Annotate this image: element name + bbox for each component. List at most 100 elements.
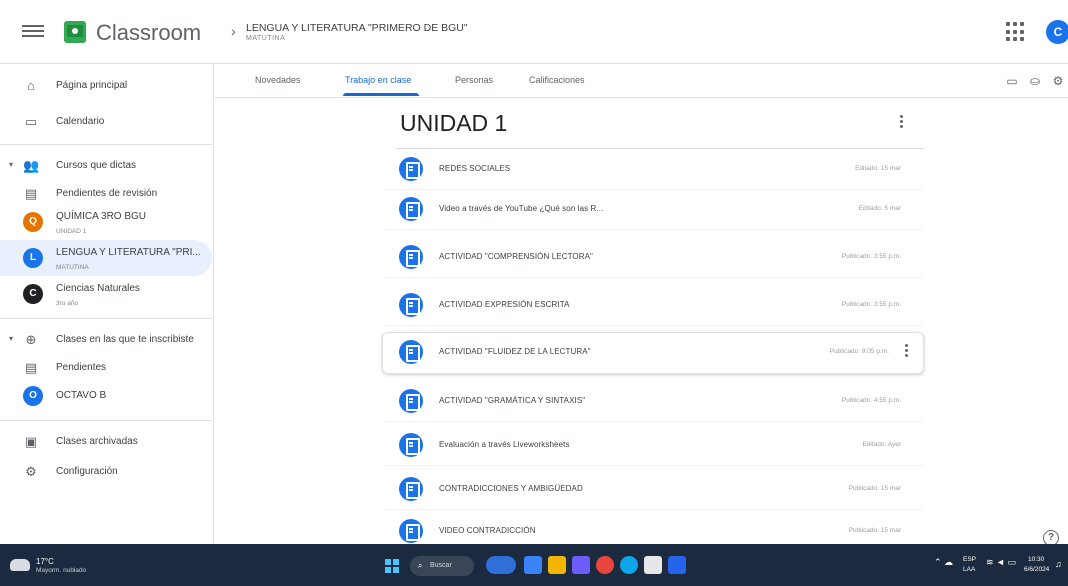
item-date: Publicado: 9:05 p.m.	[829, 348, 889, 355]
course-avatar: O	[23, 386, 43, 406]
file-explorer-icon[interactable]	[548, 556, 566, 574]
course-title[interactable]: LENGUA Y LITERATURA "PRIMERO DE BGU"	[246, 22, 468, 34]
sidebar-item-label: QUÍMICA 3RO BGU	[56, 211, 147, 222]
classwork-item[interactable]: CONTRADICCIONES Y AMBIGÜEDAD Publicado: …	[383, 470, 923, 510]
gear-icon[interactable]: ⚙	[1051, 74, 1065, 88]
topic-title: UNIDAD 1	[400, 110, 508, 136]
weather-temperature[interactable]: 17°C	[36, 557, 54, 566]
item-title: ACTIVIDAD EXPRESIÓN ESCRITA	[439, 300, 570, 309]
assignment-icon	[399, 433, 423, 457]
tray-chevron-icon[interactable]: ⌃ ☁	[934, 557, 953, 568]
sidebar-item-home[interactable]: ⌂ Página principal	[0, 68, 212, 104]
sidebar-item-label: Clases en las que te inscribiste	[56, 334, 194, 345]
sidebar-item-sub: 3ro año	[56, 300, 79, 307]
classroom-logo-icon[interactable]	[64, 21, 86, 43]
material-icon	[399, 477, 423, 501]
sidebar-item-sub: MATUTINA	[56, 264, 89, 271]
item-date: Publicado: 15 mar	[848, 527, 901, 534]
sidebar-item-course-lengua[interactable]: L LENGUA Y LITERATURA "PRI... MATUTINA	[0, 240, 212, 276]
clock-time[interactable]: 10:30	[1028, 556, 1044, 563]
sidebar: ⌂ Página principal ▭ Calendario ▾ 👥 Curs…	[0, 64, 214, 544]
item-date: Editado: 15 mar	[855, 165, 901, 172]
sidebar-item-label: Clases archivadas	[56, 436, 138, 447]
assignment-icon	[399, 389, 423, 413]
classwork-item[interactable]: REDES SOCIALES Editado: 15 mar	[383, 150, 923, 190]
collapse-caret-icon[interactable]: ▾	[9, 334, 13, 343]
tab-grades[interactable]: Calificaciones	[529, 75, 585, 85]
sidebar-item-label: Página principal	[56, 80, 128, 91]
windows-start-icon[interactable]	[385, 559, 399, 573]
item-title: Evaluación a través Liveworksheets	[439, 440, 570, 449]
sidebar-divider	[0, 144, 212, 145]
keyboard-language[interactable]: ESP	[963, 556, 976, 563]
calendar-view-icon[interactable]: ▭	[1005, 74, 1019, 88]
material-icon	[399, 157, 423, 181]
google-apps-icon[interactable]	[1006, 22, 1026, 42]
item-more-options-icon[interactable]	[901, 342, 911, 362]
item-title: Video a través de YouTube ¿Qué son las R…	[439, 204, 604, 213]
cloud-icon[interactable]	[10, 559, 30, 571]
tab-people[interactable]: Personas	[455, 75, 493, 85]
gear-icon: ⚙	[25, 464, 37, 479]
sidebar-item-label: Configuración	[56, 466, 118, 477]
main-menu-button[interactable]	[22, 22, 44, 42]
sidebar-item-settings[interactable]: ⚙ Configuración	[0, 454, 212, 490]
search-placeholder: Buscar	[430, 562, 452, 569]
course-section: MATUTINA	[246, 35, 286, 42]
item-title: REDES SOCIALES	[439, 164, 511, 173]
sidebar-item-label: Cursos que dictas	[56, 160, 137, 171]
widgets-app-icon[interactable]	[486, 556, 516, 574]
course-avatar: L	[23, 248, 43, 268]
classwork-item-hovered[interactable]: ACTIVIDAD "FLUIDEZ DE LA LECTURA" Public…	[382, 332, 924, 374]
classwork-item[interactable]: Video a través de YouTube ¿Qué son las R…	[383, 190, 923, 230]
classwork-item[interactable]: VIDEO CONTRADICCIÓN Publicado: 15 mar	[383, 512, 923, 544]
tab-classwork[interactable]: Trabajo en clase	[345, 75, 411, 85]
weather-description[interactable]: Mayorm. nublado	[36, 567, 86, 574]
notification-bell-icon[interactable]: ♫	[1055, 559, 1062, 569]
store-icon[interactable]	[572, 556, 590, 574]
sidebar-divider	[0, 318, 212, 319]
assignment-icon	[399, 340, 423, 364]
sidebar-item-calendar[interactable]: ▭ Calendario	[0, 104, 212, 140]
sidebar-item-label: Ciencias Naturales	[56, 283, 140, 294]
home-icon: ⌂	[27, 78, 35, 93]
taskbar-search[interactable]: ⌕ Buscar	[410, 556, 474, 576]
drive-folder-icon[interactable]: ⛀	[1028, 74, 1042, 88]
assignment-icon: ▤	[24, 360, 38, 375]
course-avatar: C	[23, 284, 43, 304]
task-view-icon[interactable]	[524, 556, 542, 574]
item-title: ACTIVIDAD "GRAMÁTICA Y SINTAXIS"	[439, 396, 586, 405]
sidebar-item-course-quimica[interactable]: Q QUÍMICA 3RO BGU UNIDAD 1	[0, 204, 212, 240]
app-icon[interactable]	[644, 556, 662, 574]
collapse-caret-icon[interactable]: ▾	[9, 160, 13, 169]
edge-icon[interactable]	[620, 556, 638, 574]
review-folder-icon: ▤	[24, 186, 38, 201]
wifi-volume-battery-icon[interactable]: ≋ ◄ ▭	[986, 557, 1016, 568]
tab-stream[interactable]: Novedades	[255, 75, 301, 85]
sidebar-item-course-ciencias[interactable]: C Ciencias Naturales 3ro año	[0, 276, 212, 312]
sidebar-item-course-octavo[interactable]: O OCTAVO B	[0, 378, 212, 414]
chrome-icon[interactable]	[596, 556, 614, 574]
word-icon[interactable]	[668, 556, 686, 574]
assignment-icon	[399, 293, 423, 317]
classwork-item[interactable]: ACTIVIDAD EXPRESIÓN ESCRITA Publicado: 3…	[383, 286, 923, 326]
material-icon	[399, 519, 423, 543]
classwork-item[interactable]: Evaluación a través Liveworksheets Edita…	[383, 426, 923, 466]
classwork-item[interactable]: ACTIVIDAD "GRAMÁTICA Y SINTAXIS" Publica…	[383, 382, 923, 422]
account-avatar[interactable]: C	[1046, 20, 1068, 44]
assignment-icon	[399, 245, 423, 269]
classwork-panel: UNIDAD 1 REDES SOCIALES Editado: 15 mar …	[215, 98, 1068, 544]
top-app-bar: Classroom › LENGUA Y LITERATURA "PRIMERO…	[0, 0, 1068, 64]
sidebar-item-sub: UNIDAD 1	[56, 228, 87, 235]
item-title: VIDEO CONTRADICCIÓN	[439, 526, 536, 535]
app-name[interactable]: Classroom	[96, 20, 201, 46]
classwork-item[interactable]: ACTIVIDAD "COMPRENSIÓN LECTORA" Publicad…	[383, 238, 923, 278]
windows-taskbar: 17°C Mayorm. nublado ⌕ Buscar ⌃ ☁ ESP LA…	[0, 544, 1068, 586]
item-date: Publicado: 3:55 p.m.	[841, 301, 901, 308]
sidebar-item-label: LENGUA Y LITERATURA "PRI...	[56, 247, 201, 258]
clock-date[interactable]: 6/6/2024	[1024, 566, 1049, 573]
keyboard-layout[interactable]: LAA	[963, 566, 975, 573]
item-date: Editado: 5 mar	[858, 205, 901, 212]
topic-divider	[395, 148, 925, 149]
topic-more-options-icon[interactable]	[895, 113, 907, 135]
